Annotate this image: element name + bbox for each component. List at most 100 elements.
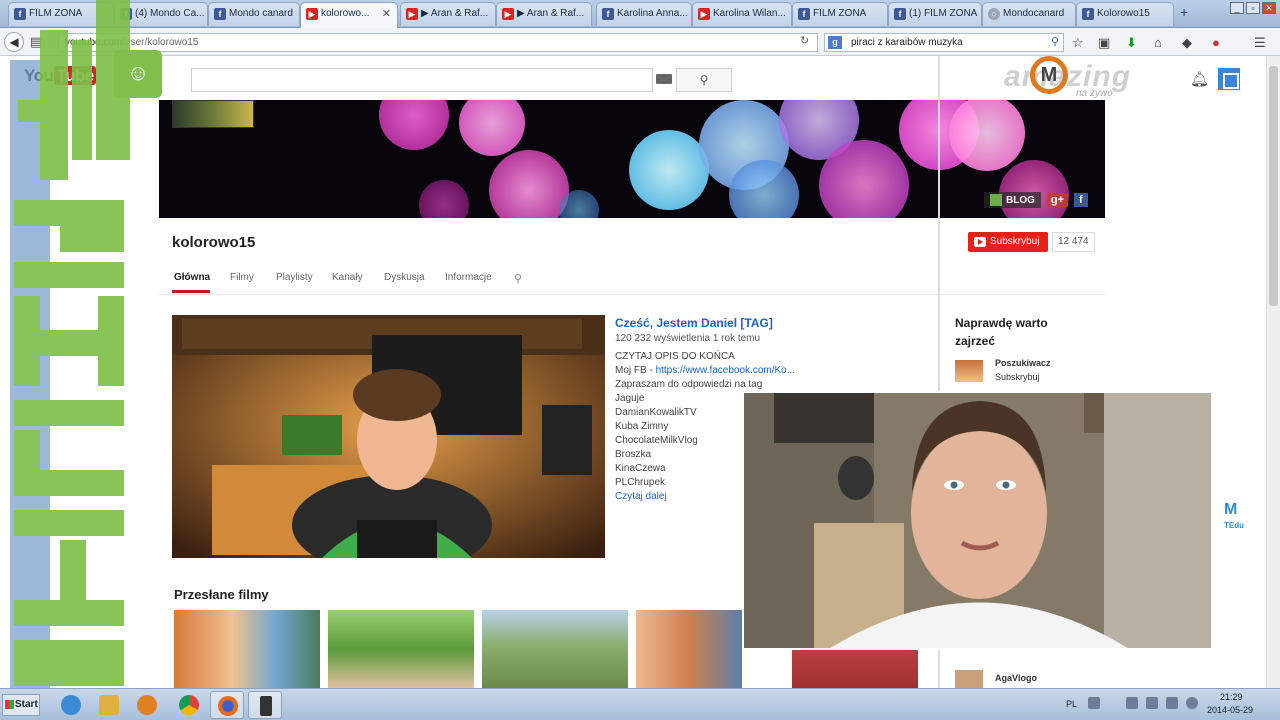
taskbar-app-explorer[interactable] [92,691,126,719]
google-plus-icon[interactable]: g+ [1046,193,1069,207]
search-icon[interactable]: ⚲ [1051,34,1059,51]
tab-discussion[interactable]: Dyskusja [384,272,425,283]
browser-tab[interactable]: f FILM ZONA [8,2,114,26]
tab-videos[interactable]: Filmy [230,272,254,283]
volume-icon[interactable] [1186,697,1198,709]
bookmarks-icon[interactable]: ▣ [1098,35,1110,51]
channel-avatar[interactable] [955,670,983,688]
channel-avatar[interactable] [955,360,983,382]
tray-app-icon[interactable] [1088,697,1100,709]
folder-icon [99,695,119,715]
upload-thumbnail[interactable] [636,610,742,688]
history-icon[interactable]: ▤ [30,34,42,50]
addon-icon[interactable]: ◆ [1182,35,1192,51]
taskbar-app-device[interactable] [248,691,282,719]
fb-icon: f [120,8,132,20]
reload-icon[interactable]: ↻ [800,34,809,47]
language-indicator[interactable]: PL [1066,699,1077,709]
channel-search-icon[interactable]: ⚲ [514,272,522,285]
taskbar-app-chrome[interactable] [172,691,206,719]
notifications-bell-icon[interactable]: 🔔︎ [1190,70,1209,88]
url-bar[interactable]: youtube.com/user/kolorowo15 [58,33,818,52]
fb-icon: f [894,8,906,20]
browser-tab[interactable]: f (4) Mondo Ca... [114,2,208,26]
device-icon [260,696,272,716]
tab-channels[interactable]: Kanały [332,272,363,283]
smiley-icon: ☺ [114,50,162,98]
fb-prefix: Moj FB - [615,365,656,376]
recommended-channel-name[interactable]: AgaVlogo [995,673,1037,683]
adblock-icon[interactable]: ● [1212,35,1220,50]
upload-thumbnail[interactable] [174,610,320,688]
download-icon[interactable]: ⬇ [1126,35,1137,51]
browser-search-input[interactable]: g piraci z karaibów muzyka ⚲ [824,33,1064,52]
url-host: youtube.com [65,37,123,48]
browser-tab[interactable]: ○ Mondocanard [982,2,1076,26]
blog-label: BLOG [1006,194,1035,206]
upload-thumbnail[interactable] [482,610,628,688]
browser-tab[interactable]: f Mondo canard [208,2,300,26]
clock-time[interactable]: 21:29 [1220,692,1243,702]
overlay-logo [10,0,130,690]
taskbar-app-ie[interactable] [54,691,88,719]
browser-tab[interactable]: ▶ ▶ Aran & Raf... [400,2,496,26]
ie-icon [61,695,81,715]
desc-line: Zapraszam do odpowiedzi na tag [615,379,763,390]
youtube-logo[interactable]: You Tube [24,66,96,86]
fb-icon: f [798,8,810,20]
tab-label: (1) FILM ZONA [909,8,978,19]
featured-video-player[interactable] [172,315,605,558]
start-button[interactable]: Start [2,694,40,716]
back-button[interactable]: ◀ [4,32,24,52]
uploads-section-title: Przesłane filmy [174,587,269,602]
browser-tab[interactable]: f Karolina Anna... [596,2,692,26]
facebook-icon[interactable]: f [1074,193,1088,207]
page-scrollbar[interactable] [1266,56,1280,688]
tab-playlists[interactable]: Playlisty [276,272,313,283]
browser-tab[interactable]: ▶ Karolina Wilan... [692,2,792,26]
yt-icon: ▶ [502,8,514,20]
browser-tab-active[interactable]: ▶ kolorowo... ✕ [300,2,398,28]
tab-home[interactable]: Główna [174,272,210,283]
minimize-button[interactable]: _ [1230,2,1244,14]
tray-network-icon[interactable] [1126,697,1138,709]
webcam-overlay [742,391,1213,650]
close-tab-icon[interactable]: ✕ [382,3,391,25]
blogger-icon [990,194,1002,206]
taskbar-app-firefox[interactable] [210,691,244,719]
recommended-subscribe-button[interactable]: Subskrybuj [995,372,1040,382]
close-window-button[interactable]: ✕ [1262,2,1276,14]
browser-tab[interactable]: f FILM ZONA [792,2,888,26]
keyboard-icon[interactable] [656,74,672,84]
url-path: /user/kolorowo15 [122,37,199,48]
upload-thumbnail[interactable] [328,610,474,688]
browser-tab[interactable]: ▶ ▶ Aran & Raf... [496,2,592,26]
featured-video-title[interactable]: Cześć, Jestem Daniel [TAG] [615,316,773,330]
browser-tab[interactable]: f (1) FILM ZONA [888,2,982,26]
blog-link[interactable]: BLOG [984,192,1041,208]
bookmark-star-icon[interactable]: ☆ [1072,35,1084,51]
browser-tab[interactable]: f Kolorowo15 [1076,2,1174,26]
channel-avatar[interactable] [172,100,254,128]
scrollbar-thumb[interactable] [1269,66,1278,306]
clock-date[interactable]: 2014-05-29 [1207,705,1253,715]
tray-monitor-icon[interactable] [1146,697,1158,709]
logo-you: You [24,66,54,85]
tab-about[interactable]: Informacje [445,272,492,283]
youtube-play-icon [974,237,986,247]
subscribe-label: Subskrybuj [990,236,1040,247]
home-icon[interactable]: ⌂ [1154,35,1162,50]
taskbar-app-media[interactable] [130,691,164,719]
menu-icon[interactable]: ☰ [1254,35,1266,51]
account-avatar[interactable] [1218,68,1240,90]
maximize-button[interactable]: ▫ [1246,2,1260,14]
windows-taskbar: Start PL 21:29 2014-05-29 [0,688,1280,720]
subscribe-button[interactable]: Subskrybuj [968,232,1048,252]
youtube-search-input[interactable] [191,68,653,92]
youtube-search-button[interactable]: ⚲ [676,68,732,92]
recommended-channel-name[interactable]: Poszukiwacz [995,358,1051,368]
browser-tab-bar: f FILM ZONA f (4) Mondo Ca... f Mondo canar… [0,0,1280,28]
tray-device-icon[interactable] [1166,697,1178,709]
facebook-link[interactable]: https://www.facebook.com/Ko... [656,365,796,376]
new-tab-button[interactable]: + [1180,4,1188,20]
